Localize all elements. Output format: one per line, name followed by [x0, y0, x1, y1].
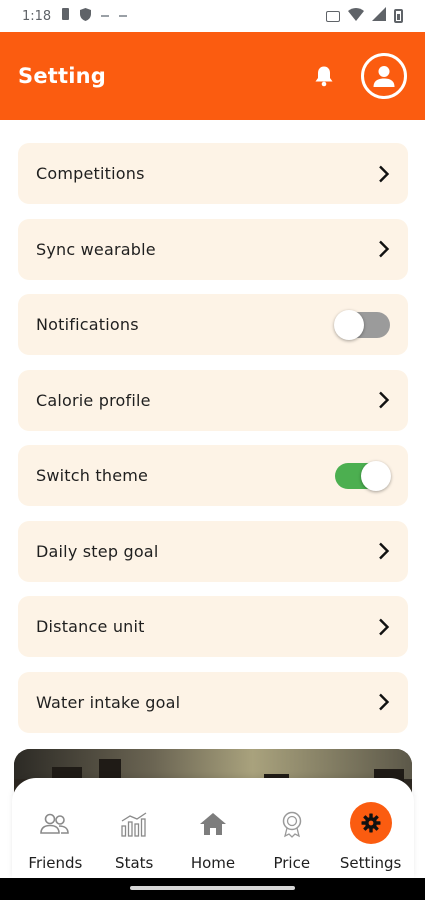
bottom-nav: Friends Stats Home Price Settings — [12, 778, 414, 878]
theme-toggle[interactable] — [335, 460, 391, 491]
chevron-right-icon — [379, 693, 390, 711]
chevron-right-icon — [379, 542, 390, 560]
setting-notifications: Notifications — [18, 294, 408, 355]
chevron-right-icon — [379, 391, 390, 409]
status-bar: 1:18 — [0, 0, 425, 32]
award-icon — [272, 804, 312, 844]
home-icon — [193, 804, 233, 844]
nav-friends[interactable]: Friends — [16, 778, 95, 878]
status-time: 1:18 — [22, 8, 52, 24]
shield-icon — [80, 7, 92, 25]
chevron-right-icon — [379, 618, 390, 635]
setting-label: Calorie profile — [36, 390, 151, 410]
friends-icon — [35, 804, 75, 844]
page-title: Setting — [18, 64, 107, 88]
setting-competitions[interactable]: Competitions — [18, 143, 408, 204]
toggle-knob — [361, 460, 391, 491]
nav-home[interactable]: Home — [174, 778, 253, 878]
nav-label: Price — [273, 854, 311, 872]
notifications-toggle[interactable] — [334, 309, 390, 340]
setting-label: Switch theme — [36, 466, 149, 485]
setting-distance-unit[interactable]: Distance unit — [18, 596, 408, 657]
setting-label: Notifications — [36, 315, 139, 334]
system-gesture-bar — [0, 878, 425, 900]
bell-icon[interactable] — [313, 65, 335, 87]
notification-dash-icon — [101, 15, 110, 17]
setting-label: Competitions — [36, 164, 145, 183]
setting-water-intake-goal[interactable]: Water intake goal — [18, 671, 408, 733]
nav-label: Settings — [339, 854, 402, 872]
setting-sync-wearable[interactable]: Sync wearable — [18, 218, 408, 280]
person-icon — [373, 66, 395, 87]
gesture-handle[interactable] — [130, 886, 295, 890]
setting-daily-step-goal[interactable]: Daily step goal — [18, 520, 408, 582]
settings-list: Competitions Sync wearable Notifications… — [18, 143, 408, 747]
wifi-icon — [348, 7, 364, 25]
nav-label: Friends — [28, 854, 83, 872]
nav-label: Home — [190, 854, 236, 872]
setting-label: Sync wearable — [36, 239, 156, 259]
setting-calorie-profile[interactable]: Calorie profile — [18, 369, 408, 431]
toggle-knob — [334, 309, 364, 340]
battery-saver-icon — [61, 7, 70, 25]
app-header: Setting — [0, 32, 425, 120]
battery-icon — [394, 9, 403, 23]
setting-switch-theme: Switch theme — [18, 445, 408, 506]
chevron-right-icon — [379, 165, 390, 182]
signal-icon — [372, 7, 386, 25]
nav-price[interactable]: Price — [252, 778, 331, 878]
setting-label: Daily step goal — [36, 541, 159, 561]
vpn-icon — [326, 10, 340, 22]
nav-settings[interactable]: Settings — [331, 778, 410, 878]
setting-label: Water intake goal — [36, 692, 181, 712]
stats-icon — [114, 804, 154, 844]
nav-label: Stats — [115, 854, 154, 872]
gear-icon — [349, 802, 392, 844]
notification-dash-icon — [119, 15, 128, 17]
nav-stats[interactable]: Stats — [95, 778, 174, 878]
profile-avatar-button[interactable] — [361, 53, 407, 99]
chevron-right-icon — [379, 240, 390, 258]
setting-label: Distance unit — [36, 617, 145, 636]
